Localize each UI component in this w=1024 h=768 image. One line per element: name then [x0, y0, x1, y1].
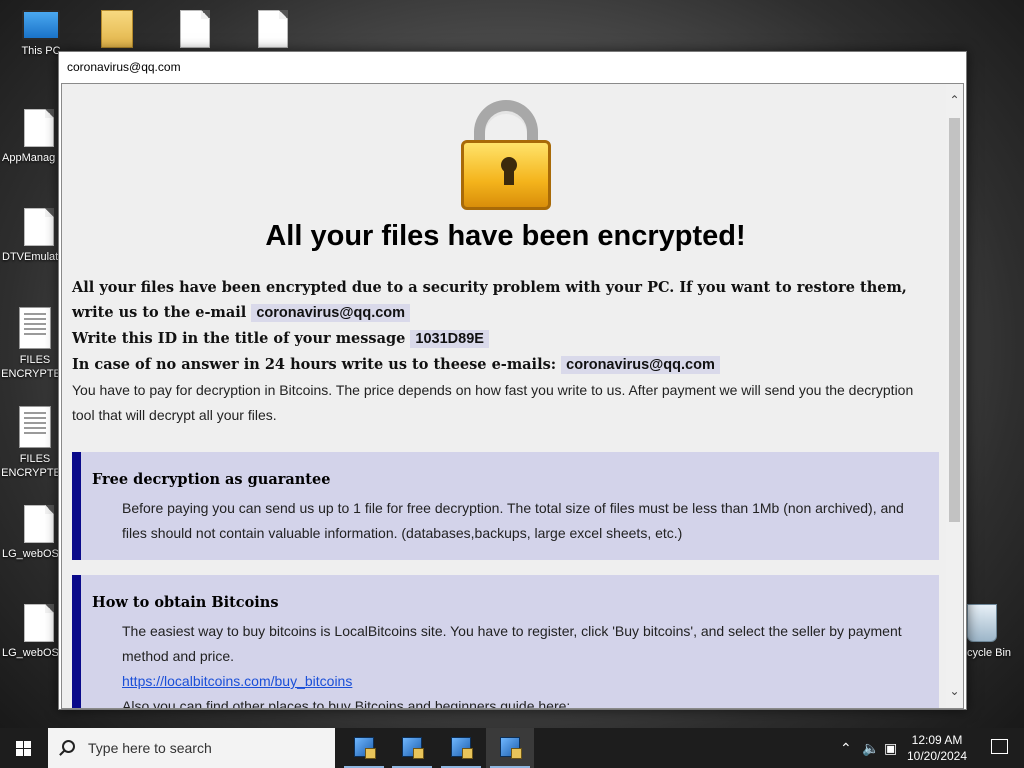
search-icon [62, 740, 75, 753]
clock-time: 12:09 AM [911, 733, 963, 747]
text-file-icon [19, 406, 51, 448]
info-box-obtain-bitcoins: How to obtain Bitcoins The easiest way t… [72, 575, 939, 708]
start-button[interactable] [0, 728, 48, 768]
vertical-scrollbar[interactable]: ⌃ ⌄ [946, 84, 963, 708]
backup-email[interactable]: coronavirus@qq.com [561, 356, 720, 374]
scroll-thumb[interactable] [949, 118, 960, 522]
file-icon [24, 505, 54, 543]
localbitcoins-link[interactable]: https://localbitcoins.com/buy_bitcoins [92, 669, 927, 694]
instructions: All your files have been encrypted due t… [72, 275, 939, 428]
taskbar: Type here to search ⌃ 🔈 ▣ 12:09 AM 10/20… [0, 728, 1024, 768]
computer-icon [22, 10, 60, 40]
ransom-note-window[interactable]: coronavirus@qq.com All your files have b… [58, 51, 967, 710]
clock[interactable]: 12:09 AM 10/20/2024 [906, 732, 968, 764]
search-placeholder: Type here to search [88, 740, 212, 756]
notification-icon[interactable] [991, 739, 1008, 754]
app-icon [451, 737, 473, 759]
info-box-free-decryption: Free decryption as guarantee Before payi… [72, 452, 939, 560]
instruction-text: In case of no answer in 24 hours write u… [72, 356, 557, 373]
note-content: All your files have been encrypted! All … [62, 84, 947, 708]
network-icon[interactable]: ▣ [884, 740, 897, 757]
file-icon [24, 604, 54, 642]
box-text: Also you can find other places to buy Bi… [122, 698, 571, 708]
note-content-frame: All your files have been encrypted! All … [61, 83, 964, 709]
recycle-bin-icon [967, 604, 997, 642]
app-icon [354, 737, 376, 759]
victim-id[interactable]: 1031D89E [410, 330, 489, 348]
scroll-up-arrow-icon[interactable]: ⌃ [946, 92, 963, 109]
folder-icon [101, 10, 133, 48]
app-icon [500, 737, 522, 759]
taskbar-search[interactable]: Type here to search [48, 728, 335, 768]
windows-logo-icon [16, 741, 32, 756]
file-icon [24, 109, 54, 147]
desktop-icon-folder[interactable] [80, 10, 154, 52]
instruction-line-3: In case of no answer in 24 hours write u… [72, 352, 939, 378]
contact-email[interactable]: coronavirus@qq.com [251, 304, 411, 322]
taskbar-app[interactable] [388, 728, 436, 768]
instruction-line-1: All your files have been encrypted due t… [72, 275, 939, 326]
instruction-text: All your files have been encrypted due t… [72, 279, 907, 321]
desktop-icon-file[interactable] [158, 10, 232, 52]
instruction-line-2: Write this ID in the title of your messa… [72, 326, 939, 352]
app-icon [402, 737, 424, 759]
scroll-down-arrow-icon[interactable]: ⌄ [946, 683, 963, 700]
file-icon [180, 10, 210, 48]
box-title: Free decryption as guarantee [92, 471, 331, 488]
box-title: How to obtain Bitcoins [92, 594, 279, 611]
clock-date: 10/20/2024 [906, 749, 968, 763]
payment-note: You have to pay for decryption in Bitcoi… [72, 382, 914, 423]
text-file-icon [19, 307, 51, 349]
headline: All your files have been encrypted! [265, 220, 746, 252]
taskbar-app[interactable] [437, 728, 485, 768]
taskbar-app[interactable] [486, 728, 534, 768]
desktop-icon-file[interactable] [236, 10, 310, 52]
file-icon [258, 10, 288, 48]
chevron-up-icon[interactable]: ⌃ [840, 740, 852, 757]
box-text: Before paying you can send us up to 1 fi… [122, 500, 904, 541]
padlock-icon [456, 96, 556, 214]
window-title: coronavirus@qq.com [59, 52, 966, 82]
box-text: The easiest way to buy bitcoins is Local… [122, 623, 902, 664]
taskbar-app[interactable] [340, 728, 388, 768]
file-icon [24, 208, 54, 246]
system-tray: ⌃ 🔈 ▣ 12:09 AM 10/20/2024 [824, 728, 1024, 768]
speaker-icon[interactable]: 🔈 [862, 740, 879, 757]
instruction-text: Write this ID in the title of your messa… [72, 330, 406, 347]
